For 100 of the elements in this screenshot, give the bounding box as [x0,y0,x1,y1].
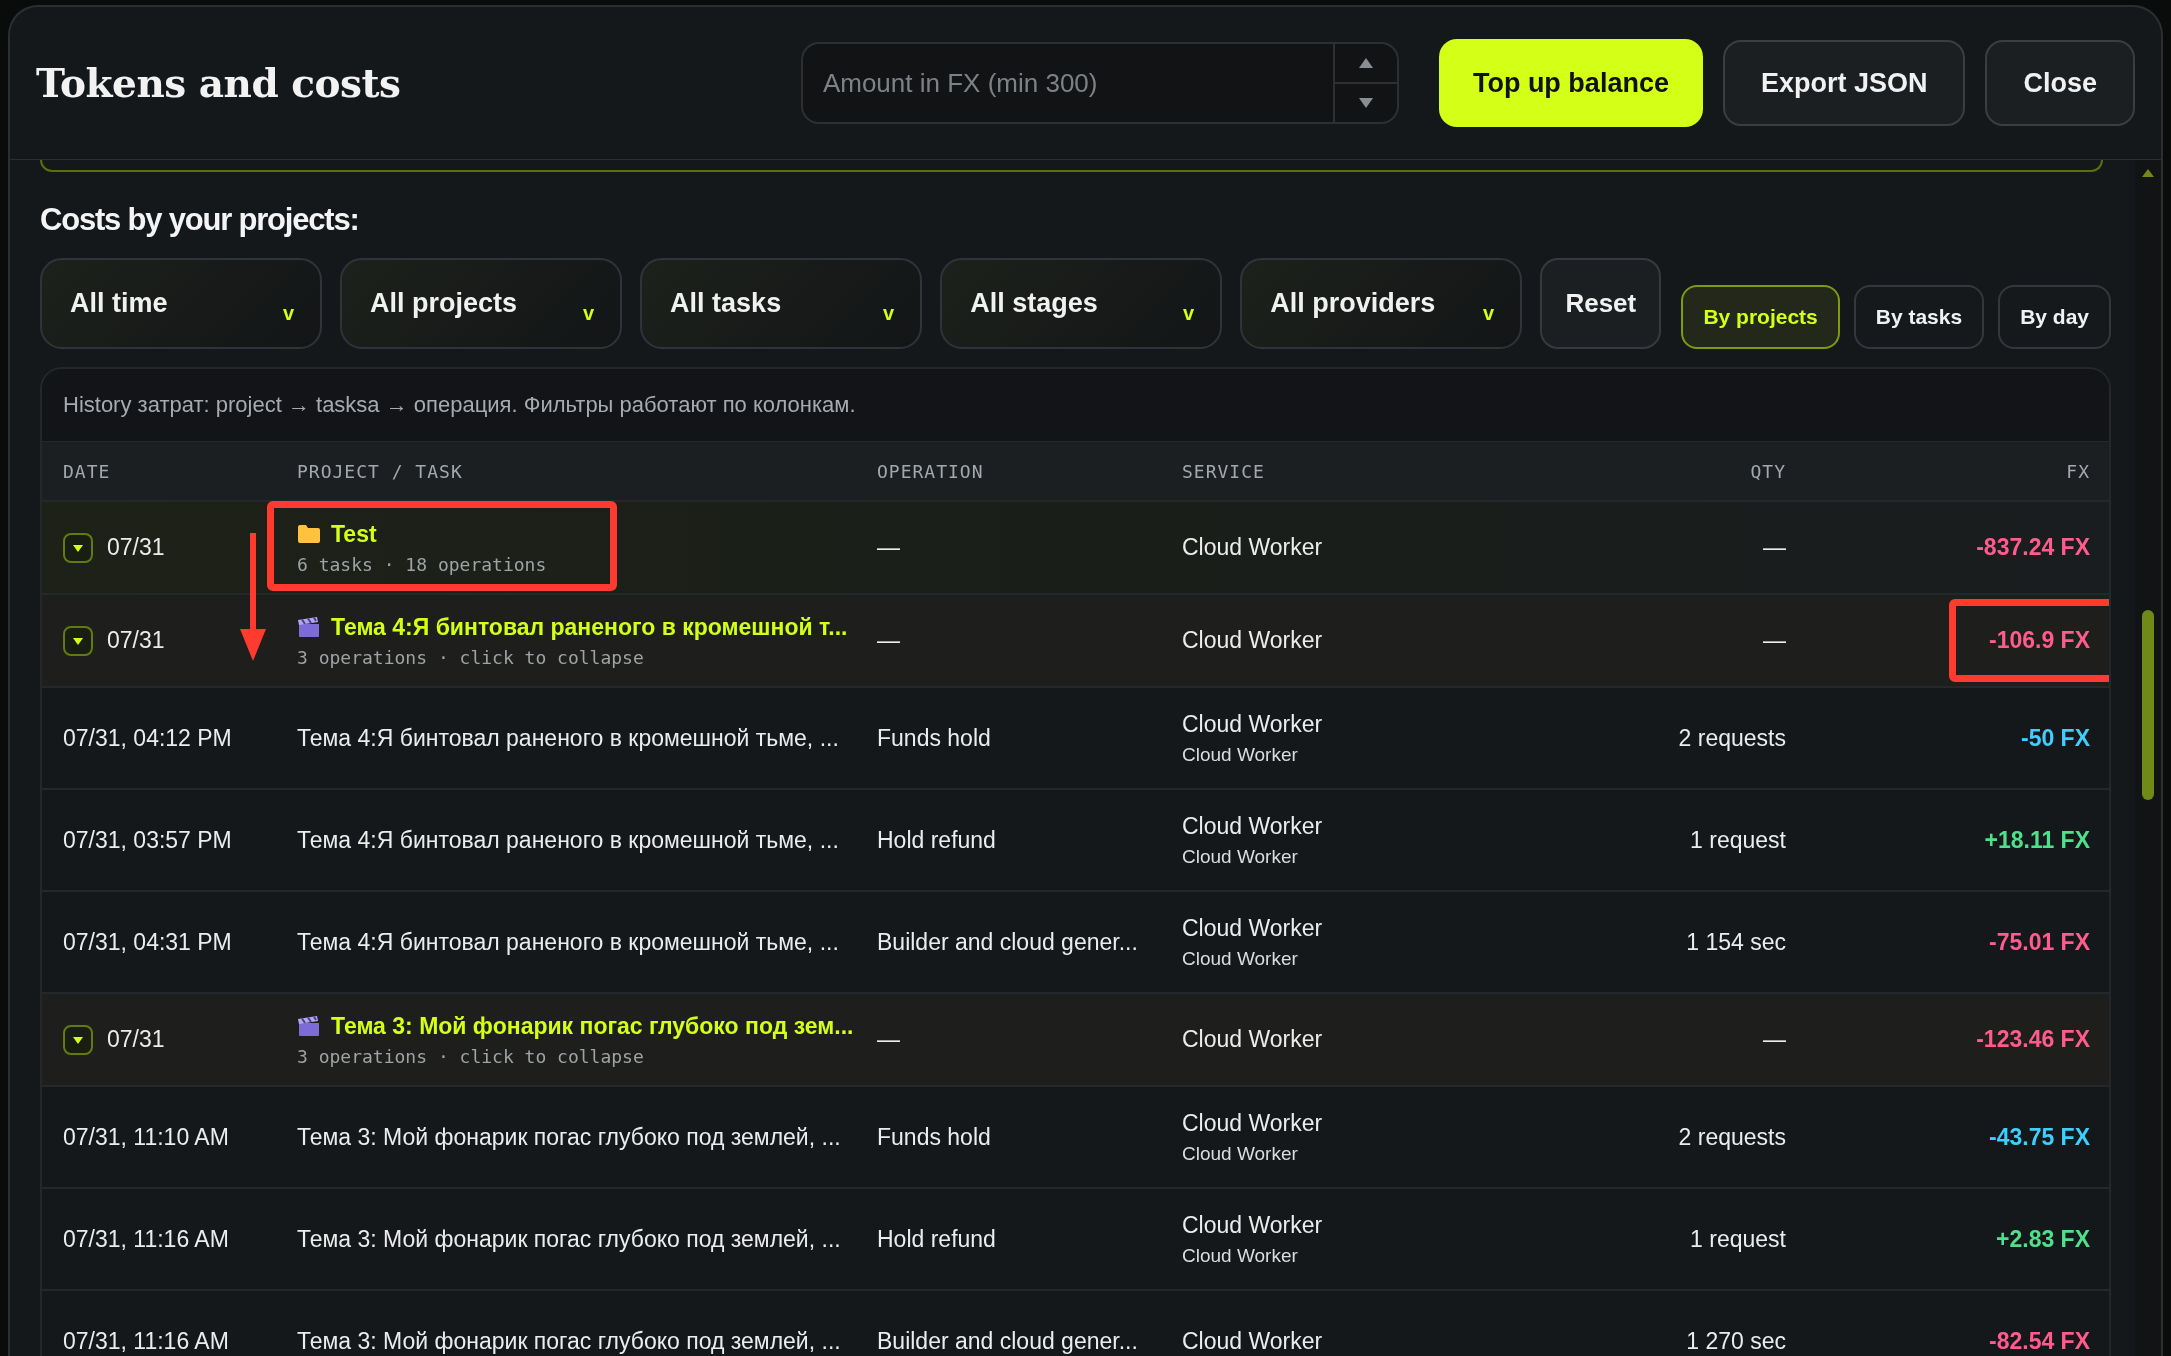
quantity-text: 1 request [1690,826,1786,853]
amount-text: -123.46 FX [1976,1026,2090,1052]
dropdown-label: All projects [370,288,518,319]
service-name: Cloud Worker [1182,1109,1323,1137]
quantity-text: 2 requests [1678,1123,1786,1150]
provider-name: Cloud Worker [1182,947,1298,970]
caret-icon: v [1183,302,1195,325]
caret-icon: v [883,302,895,325]
task-name: Тема 4:Я бинтовал раненого в кромешной тьме, ... [297,826,839,853]
operation-text: — [877,534,900,560]
quantity-text: 2 requests [1678,724,1786,751]
amount-text: -50 FX [2020,724,2090,751]
quantity-text: — [1763,534,1786,560]
column-header: PROJECT / TASK [297,460,464,482]
date-text: 07/31, 11:16 AM [63,1327,229,1355]
quantity-text: — [1763,1026,1786,1052]
view-tab[interactable]: By day [1998,285,2111,349]
dropdown-label: All providers [1270,288,1436,319]
scrollbar-thumb[interactable] [2142,610,2154,800]
reset-button[interactable]: Reset [1540,258,1662,349]
provider-name: Cloud Worker [1182,845,1298,868]
quantity-text: 1 request [1690,1225,1786,1252]
view-tab[interactable]: By tasks [1853,285,1985,349]
task-name: Тема 4:Я бинтовал раненого в кромешной тьме, ... [297,724,839,751]
dropdown-label: All tasks [670,288,782,319]
caret-icon: v [1483,302,1495,325]
amount-text: +2.83 FX [1996,1225,2090,1252]
column-header: FX [2066,460,2090,482]
column-header: SERVICE [1182,460,1266,482]
operation-text: Funds hold [877,1123,991,1150]
filter-dropdown[interactable]: All projects v [340,258,623,349]
dropdown-label: All time [70,288,168,319]
date-text: 07/31, 04:31 PM [63,928,232,956]
service-name: Cloud Worker [1182,812,1323,840]
date-text: 07/31 [107,627,165,654]
service-name: Cloud Worker [1182,1026,1323,1053]
amount-text: -837.24 FX [1976,534,2090,560]
date-text: 07/31, 03:57 PM [63,826,232,854]
clapperboard-icon [297,616,321,638]
action-button[interactable]: Export JSON [1722,40,1966,126]
filter-dropdown[interactable]: All providers v [1240,258,1523,349]
window-title: Tokens and costs [36,60,402,106]
amount-field[interactable]: Amount in FX (min 300) [800,42,1399,124]
column-header: OPERATION [877,460,985,482]
folder-icon [297,524,321,544]
amount-text: -43.75 FX [1989,1123,2090,1150]
operation-text: — [877,627,900,653]
expand-toggle[interactable] [63,1024,93,1055]
task-name: Тема 3: Мой фонарик погас глубоко под землей, ... [297,1123,841,1150]
caret-icon: v [282,302,295,325]
expand-toggle[interactable] [63,625,93,656]
action-button[interactable]: Close [1985,40,2135,126]
section-title: Costs by your projects: [40,202,360,238]
quantity-text: 1 154 sec [1686,928,1786,955]
increment-icon[interactable] [1357,57,1374,69]
amount-text: +18.11 FX [1984,826,2090,853]
operation-text: Builder and cloud gener... [877,1327,1138,1354]
caret-icon: v [582,302,595,325]
provider-name: Cloud Worker [1182,1142,1298,1165]
row-meta: 3 operations · click to collapse [297,1045,645,1067]
task-name: Тема 3: Мой фонарик погас глубоко под землей, ... [297,1327,841,1354]
filter-dropdown[interactable]: All tasks v [640,258,923,349]
top-up-button[interactable]: Top up balance [1438,39,1703,127]
clapperboard-icon [297,1015,321,1037]
amount-input[interactable]: Amount in FX (min 300) [802,44,1333,122]
provider-name: Cloud Worker [1182,1244,1298,1267]
dropdown-label: All stages [970,288,1098,319]
provider-name: Cloud Worker [1182,743,1298,766]
operation-text: Builder and cloud gener... [877,928,1138,955]
task-name: Тема 3: Мой фонарик погас глубоко под землей, ... [297,1225,841,1252]
scrollbar[interactable] [2135,160,2161,1356]
date-text: 07/31, 04:12 PM [63,724,232,752]
scroll-up-icon[interactable] [2141,168,2155,178]
caret-down-icon [73,635,83,646]
date-text: 07/31, 11:16 AM [63,1225,229,1253]
filter-dropdown[interactable]: All time v [40,258,323,349]
operation-text: Hold refund [877,1225,996,1252]
decrement-icon[interactable] [1357,97,1374,109]
quantity-text: 1 270 sec [1686,1327,1786,1354]
amount-text: -75.01 FX [1989,928,2090,955]
table-caption: History затрат: project → tasksa → операция. Фильтры работают по колонкам. [42,369,2109,442]
service-name: Cloud Worker [1182,710,1323,738]
expand-toggle[interactable] [63,532,93,563]
row-meta: 6 tasks · 18 operations [297,553,548,575]
filter-dropdown[interactable]: All stages v [940,258,1223,349]
view-tab[interactable]: By projects [1681,285,1840,349]
column-header: QTY [1750,460,1786,482]
task-name: Тема 4:Я бинтовал раненого в кромешной тьме, ... [297,928,839,955]
amount-text: -82.54 FX [1989,1327,2090,1354]
task-title[interactable]: Тема 3: Мой фонарик погас глубоко под зем... [331,1012,854,1040]
project-title[interactable]: Test [331,520,377,548]
task-title[interactable]: Тема 4:Я бинтовал раненого в кромешной т... [331,613,848,641]
service-name: Cloud Worker [1182,534,1323,561]
operation-text: Hold refund [877,826,996,853]
service-name: Cloud Worker [1182,914,1323,942]
caret-down-icon [73,542,83,553]
service-name: Cloud Worker [1182,1211,1323,1239]
service-name: Cloud Worker [1182,1327,1323,1355]
quantity-text: — [1763,627,1786,653]
row-meta: 3 operations · click to collapse [297,646,645,668]
